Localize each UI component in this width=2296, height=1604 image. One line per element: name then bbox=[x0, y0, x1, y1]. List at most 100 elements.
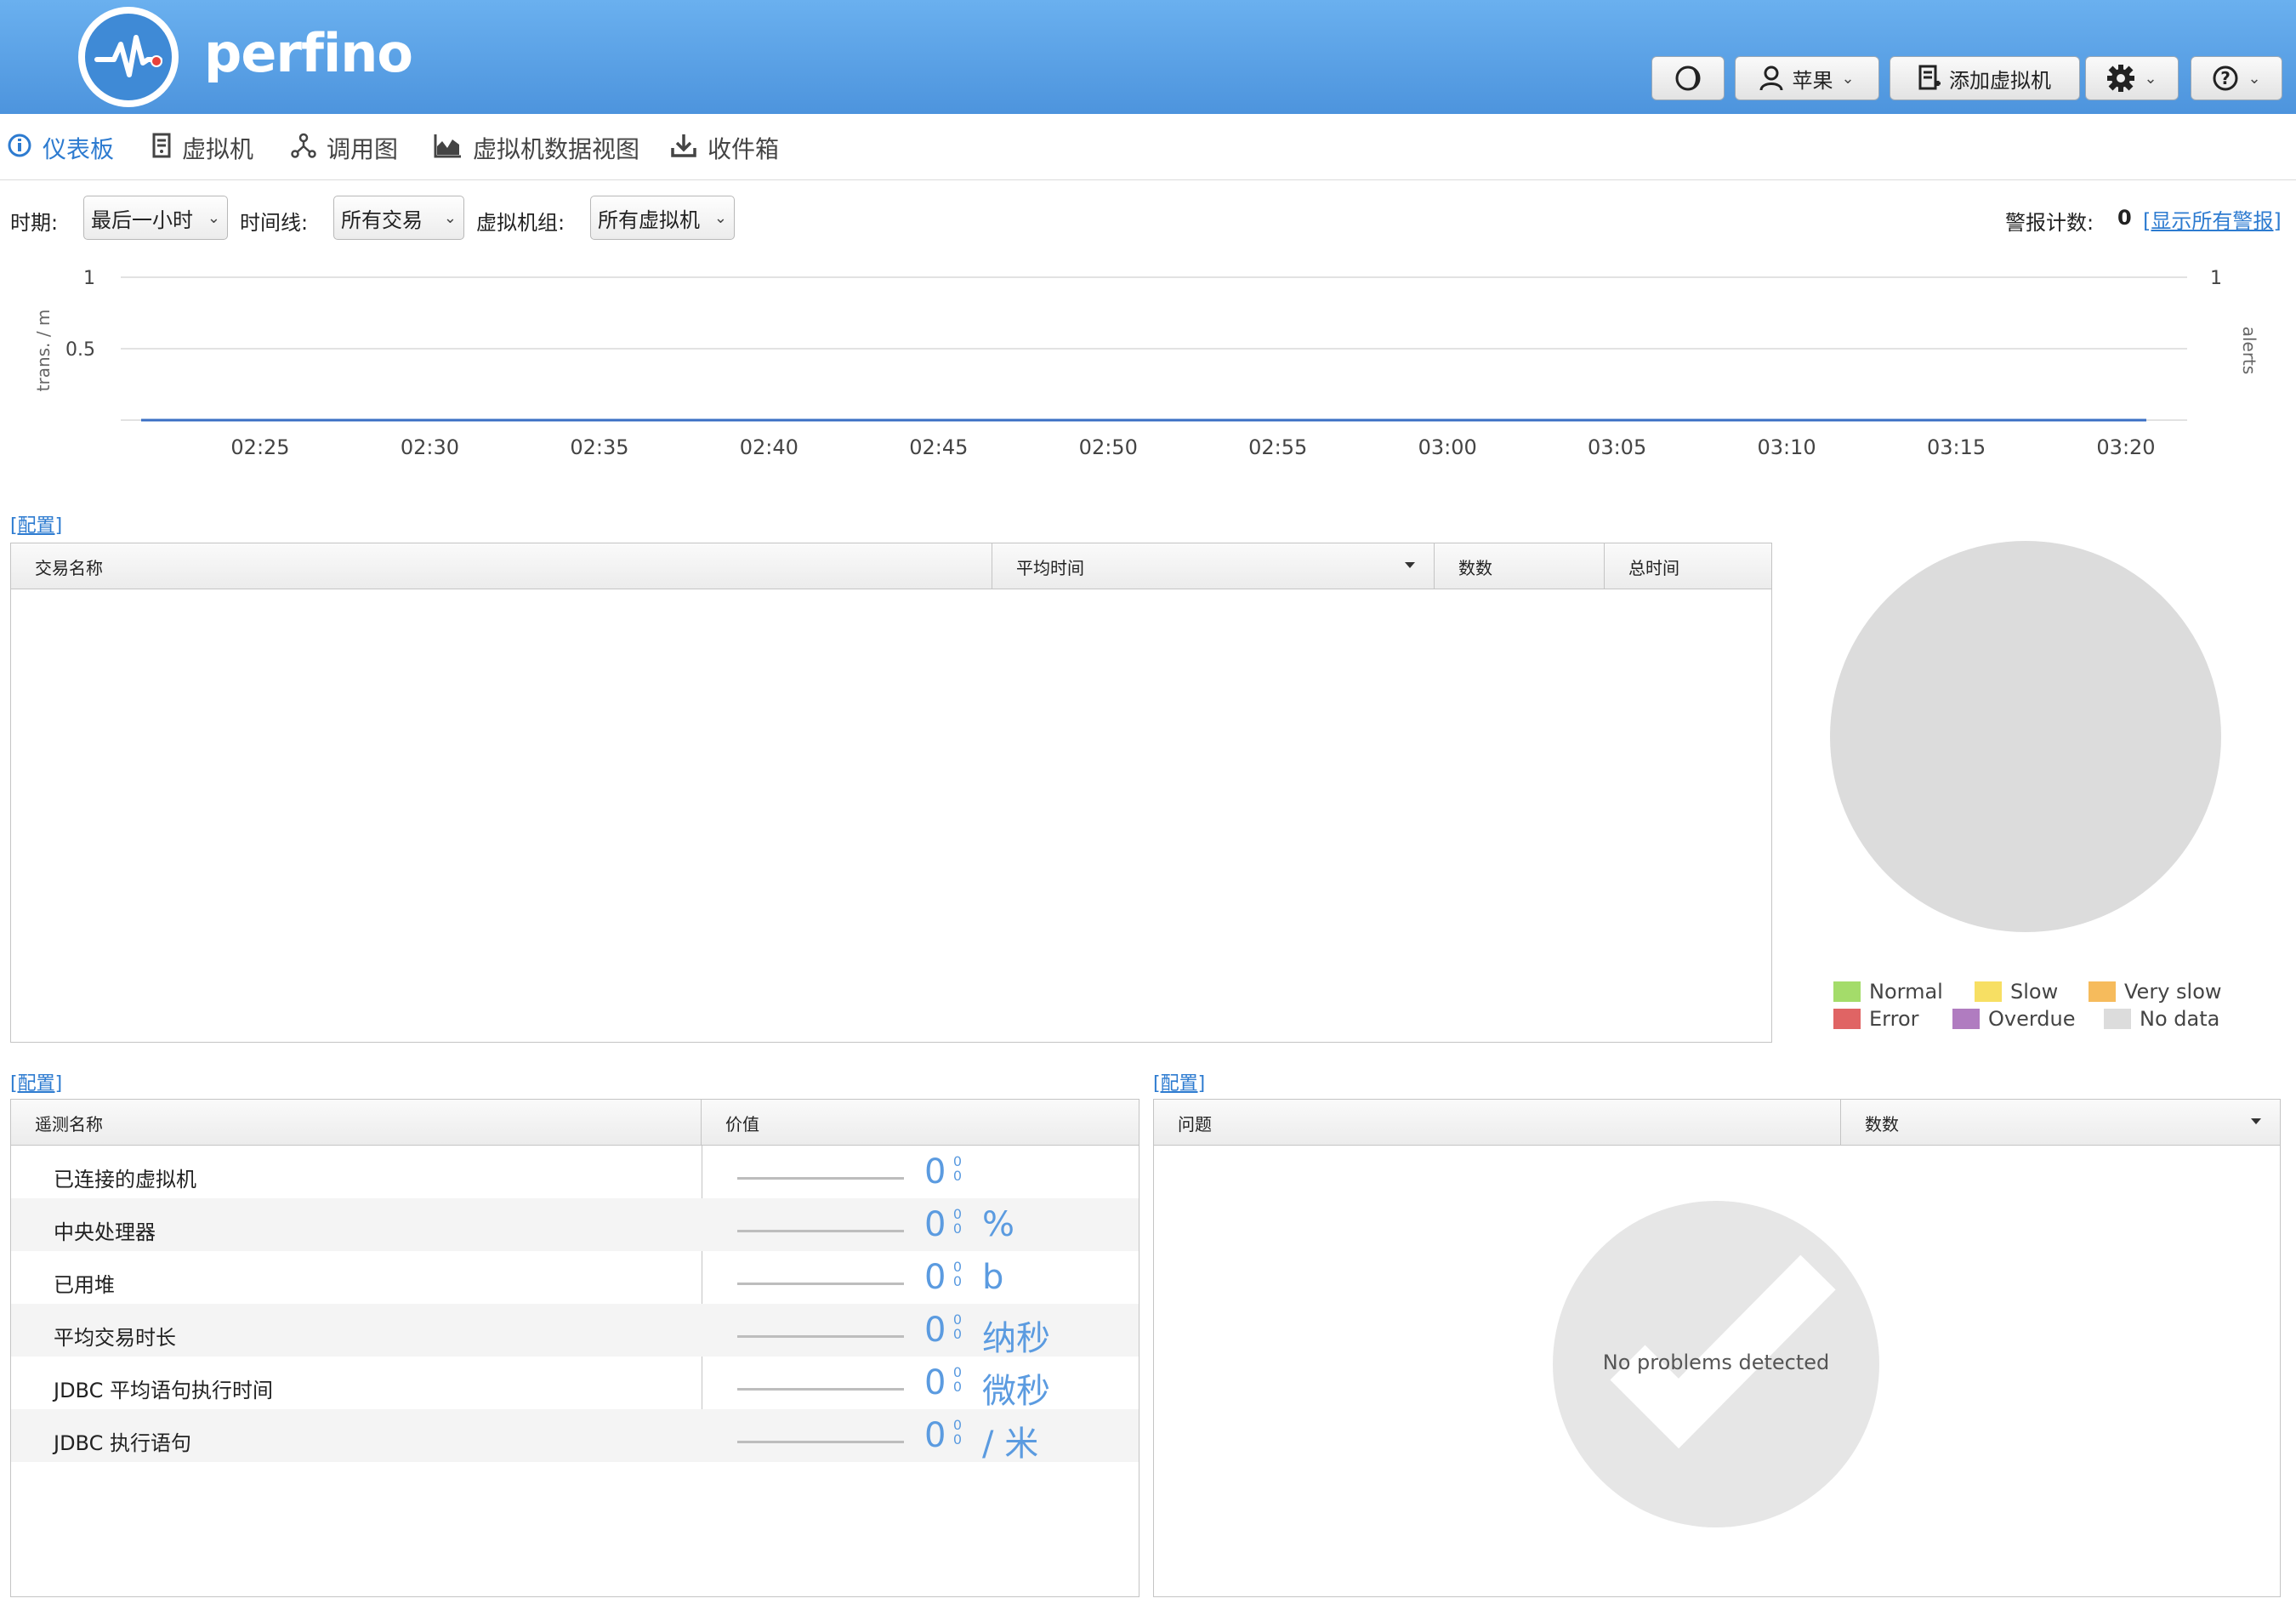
add-server-icon bbox=[1918, 65, 1941, 92]
transaction-status-pie bbox=[1830, 541, 2221, 932]
telemetry-unit: / 米 bbox=[982, 1425, 1039, 1464]
column-header-telemetry-name[interactable]: 遥测名称 bbox=[11, 1100, 702, 1146]
telemetry-value: 0 bbox=[924, 1152, 946, 1192]
sparkline bbox=[737, 1177, 904, 1180]
column-header-transaction-name[interactable]: 交易名称 bbox=[11, 543, 992, 589]
help-icon: ? bbox=[2212, 65, 2239, 92]
telemetry-value: 0 bbox=[924, 1363, 946, 1402]
user-name: 苹果 bbox=[1792, 68, 1833, 93]
add-vm-button[interactable]: 添加虚拟机 bbox=[1890, 56, 2080, 100]
telemetry-unit: b bbox=[982, 1258, 1004, 1297]
timeline-label: 时间线: bbox=[240, 211, 309, 235]
y-tick-label: 0.5 bbox=[65, 339, 95, 361]
sort-desc-icon bbox=[2251, 1118, 2261, 1124]
tab-inbox[interactable]: 收件箱 bbox=[670, 131, 779, 165]
x-tick-label: 02:50 bbox=[1079, 435, 1138, 459]
timeline-select[interactable]: 所有交易 ⌄ bbox=[333, 196, 464, 240]
legend-swatch bbox=[1975, 981, 2002, 1002]
timeline-value: 所有交易 bbox=[341, 208, 423, 232]
sort-desc-icon bbox=[1405, 562, 1415, 568]
vmgroup-value: 所有虚拟机 bbox=[598, 208, 700, 232]
x-tick-label: 03:20 bbox=[2096, 435, 2155, 459]
area-chart-icon bbox=[434, 133, 463, 164]
telemetry-name: JDBC 平均语句执行时间 bbox=[54, 1379, 273, 1402]
moon-icon bbox=[1674, 65, 1702, 92]
telemetry-config-link[interactable]: [配置] bbox=[10, 1068, 62, 1095]
user-icon bbox=[1759, 65, 1783, 91]
legend-label: Slow bbox=[2010, 980, 2059, 1004]
telemetry-value-detail: 0 0 bbox=[952, 1311, 963, 1342]
legend-overdue: Overdue bbox=[1952, 1007, 2076, 1031]
column-header-label: 数数 bbox=[1865, 1113, 1899, 1135]
info-icon bbox=[7, 133, 32, 164]
settings-menu-button[interactable]: ⌄ bbox=[2085, 56, 2179, 100]
x-tick-label: 03:15 bbox=[1927, 435, 1986, 459]
y-axis-label: trans. / m bbox=[33, 310, 54, 392]
column-header-avg-time[interactable]: 平均时间 bbox=[992, 543, 1435, 589]
tab-label: 虚拟机数据视图 bbox=[473, 135, 640, 163]
transactions-table: 交易名称 平均时间 数数 总时间 bbox=[10, 543, 1772, 1043]
table-row[interactable]: 已用堆 0 0 0 b bbox=[11, 1251, 1139, 1304]
tab-dashboard[interactable]: 仪表板 bbox=[7, 131, 114, 165]
telemetry-name: 已用堆 bbox=[54, 1273, 115, 1297]
table-row[interactable]: JDBC 执行语句 0 0 0 / 米 bbox=[11, 1409, 1139, 1464]
column-header-problem[interactable]: 问题 bbox=[1154, 1100, 1841, 1146]
sparkline bbox=[737, 1335, 904, 1338]
x-tick-label: 03:10 bbox=[1758, 435, 1816, 459]
table-row[interactable]: 已连接的虚拟机 0 0 0 bbox=[11, 1146, 1139, 1198]
legend-label: Overdue bbox=[1988, 1007, 2076, 1031]
legend-error: Error bbox=[1833, 1007, 1919, 1031]
period-select[interactable]: 最后一小时 ⌄ bbox=[83, 196, 228, 240]
transactions-config-link[interactable]: [配置] bbox=[10, 510, 62, 538]
download-icon bbox=[670, 133, 697, 164]
legend-slow: Slow bbox=[1975, 980, 2058, 1004]
legend-label: Normal bbox=[1869, 980, 1943, 1004]
y-tick-label: 1 bbox=[83, 268, 95, 289]
sparkline bbox=[737, 1283, 904, 1285]
x-tick-label: 03:05 bbox=[1588, 435, 1646, 459]
telemetry-unit: 纳秒 bbox=[982, 1319, 1050, 1358]
x-tick-label: 02:40 bbox=[740, 435, 798, 459]
legend-label: Very slow bbox=[2124, 980, 2222, 1004]
graph-icon bbox=[291, 133, 316, 164]
alerts-count-label: 警报计数: bbox=[2005, 211, 2094, 235]
table-row[interactable]: 中央处理器 0 0 0 % bbox=[11, 1198, 1139, 1251]
telemetry-value: 0 bbox=[924, 1205, 946, 1244]
legend-very-slow: Very slow bbox=[2089, 980, 2222, 1004]
telemetry-unit: 微秒 bbox=[982, 1372, 1050, 1411]
legend-swatch bbox=[2089, 981, 2116, 1002]
app-header: perfino 苹果 ⌄ 添加虚拟机 ⌄ ? ⌄ bbox=[0, 0, 2296, 114]
column-header-count[interactable]: 数数 bbox=[1841, 1100, 2280, 1146]
telemetry-name: 中央处理器 bbox=[54, 1220, 156, 1244]
column-header-label: 平均时间 bbox=[1016, 557, 1084, 578]
sparkline bbox=[737, 1230, 904, 1232]
tab-label: 虚拟机 bbox=[182, 135, 254, 163]
theme-toggle-button[interactable] bbox=[1651, 56, 1725, 100]
show-all-alerts-link[interactable]: [显示所有警报] bbox=[2143, 204, 2282, 234]
telemetry-value: 0 bbox=[924, 1416, 946, 1455]
tab-vms[interactable]: 虚拟机 bbox=[151, 131, 253, 165]
add-vm-label: 添加虚拟机 bbox=[1949, 68, 2051, 93]
telemetry-value: 0 bbox=[924, 1311, 946, 1350]
tab-label: 调用图 bbox=[327, 135, 399, 163]
x-tick-label: 03:00 bbox=[1418, 435, 1477, 459]
table-row[interactable]: 平均交易时长 0 0 0 纳秒 bbox=[11, 1304, 1139, 1358]
tab-vm-data-view[interactable]: 虚拟机数据视图 bbox=[434, 131, 639, 165]
column-header-count[interactable]: 数数 bbox=[1435, 543, 1605, 589]
x-tick-label: 02:25 bbox=[230, 435, 289, 459]
user-menu-button[interactable]: 苹果 ⌄ bbox=[1735, 56, 1879, 100]
chevron-down-icon: ⌄ bbox=[2248, 69, 2261, 88]
problems-config-link[interactable]: [配置] bbox=[1153, 1068, 1205, 1095]
telemetry-unit: % bbox=[982, 1205, 1015, 1244]
vmgroup-select[interactable]: 所有虚拟机 ⌄ bbox=[590, 196, 735, 240]
tab-call-graph[interactable]: 调用图 bbox=[291, 131, 398, 165]
telemetry-value-detail: 0 0 bbox=[952, 1417, 963, 1448]
table-row[interactable]: JDBC 平均语句执行时间 0 0 0 微秒 bbox=[11, 1357, 1139, 1411]
chevron-down-icon: ⌄ bbox=[1841, 69, 1855, 88]
perfino-logo-icon bbox=[78, 7, 179, 107]
column-header-total-time[interactable]: 总时间 bbox=[1605, 543, 1771, 589]
column-header-value[interactable]: 价值 bbox=[702, 1100, 1139, 1146]
server-icon bbox=[151, 133, 172, 164]
sparkline bbox=[737, 1388, 904, 1391]
help-menu-button[interactable]: ? ⌄ bbox=[2191, 56, 2282, 100]
